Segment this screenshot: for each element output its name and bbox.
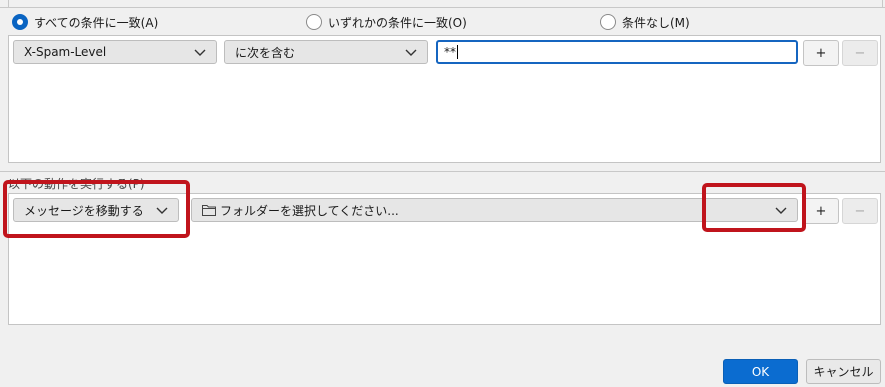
radio-no-criteria[interactable]: 条件なし(M) (600, 13, 690, 31)
criteria-operator-label: に次を含む (235, 45, 296, 60)
text-caret (457, 45, 458, 59)
cancel-button-label: キャンセル (813, 365, 874, 379)
radio-unchecked-icon (306, 14, 322, 30)
add-action-label: + (815, 203, 827, 219)
remove-action-button[interactable]: − (842, 198, 878, 224)
remove-action-label: − (854, 203, 866, 219)
add-criterion-button[interactable]: + (803, 40, 839, 66)
ok-button-label: OK (751, 364, 770, 379)
chevron-down-icon (405, 49, 417, 56)
criteria-field-dropdown[interactable]: X-Spam-Level (13, 40, 217, 64)
cancel-button[interactable]: キャンセル (806, 359, 881, 384)
remove-criterion-button[interactable]: − (842, 40, 878, 66)
target-folder-content: フォルダーを選択してください... (202, 202, 399, 219)
add-criterion-label: + (815, 45, 827, 61)
radio-match-any-label: いずれかの条件に一致(O) (328, 15, 467, 30)
previous-panel-edge (0, 0, 885, 8)
add-action-button[interactable]: + (803, 198, 839, 224)
radio-match-any[interactable]: いずれかの条件に一致(O) (306, 13, 467, 31)
radio-no-criteria-label: 条件なし(M) (622, 15, 690, 30)
criteria-field-label: X-Spam-Level (24, 45, 107, 59)
radio-unchecked-icon (600, 14, 616, 30)
actions-section-label: 以下の動作を実行する(P) (8, 177, 145, 191)
chevron-down-icon (775, 207, 787, 214)
radio-match-all-label: すべての条件に一致(A) (34, 15, 159, 30)
criteria-value-text: ** (444, 45, 456, 59)
radio-checked-icon (12, 14, 28, 30)
folder-icon (202, 205, 216, 216)
chevron-down-icon (194, 49, 206, 56)
radio-match-all[interactable]: すべての条件に一致(A) (12, 13, 158, 31)
chevron-down-icon (156, 207, 168, 214)
target-folder-label: フォルダーを選択してください... (220, 203, 399, 218)
ok-button[interactable]: OK (723, 359, 798, 384)
target-folder-dropdown[interactable]: フォルダーを選択してください... (191, 198, 798, 222)
action-type-label: メッセージを移動する (24, 203, 144, 218)
criteria-operator-dropdown[interactable]: に次を含む (224, 40, 428, 64)
remove-criterion-label: − (854, 45, 866, 61)
action-type-dropdown[interactable]: メッセージを移動する (13, 198, 179, 222)
criteria-value-input[interactable]: ** (436, 40, 798, 64)
section-divider (0, 171, 885, 172)
